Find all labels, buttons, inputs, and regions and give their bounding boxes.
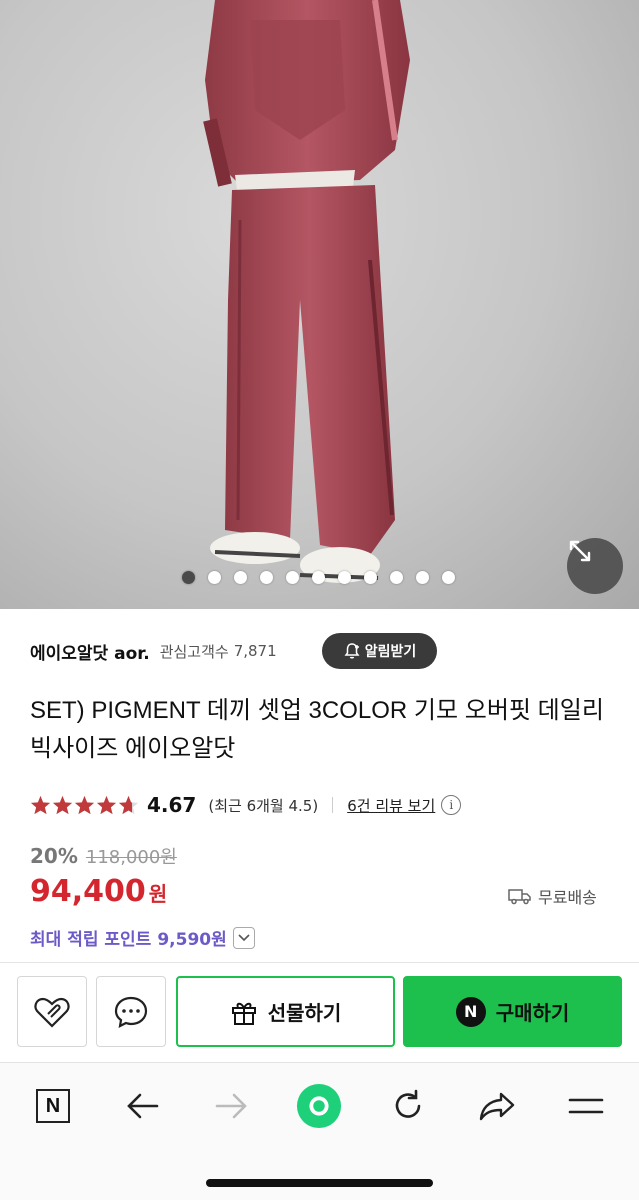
wishlist-button[interactable] bbox=[17, 976, 87, 1047]
discount-rate: 20% bbox=[30, 844, 78, 868]
star-rating bbox=[30, 795, 139, 815]
menu-button[interactable] bbox=[563, 1083, 609, 1129]
action-divider bbox=[0, 962, 639, 963]
gallery-dot[interactable] bbox=[442, 571, 455, 584]
discount-row: 20% 118,000원 bbox=[30, 843, 177, 869]
gallery-dot[interactable] bbox=[338, 571, 351, 584]
rating-row: 4.67 (최근 6개월 4.5) 6건 리뷰 보기 i bbox=[30, 790, 462, 820]
naver-n-icon: N bbox=[36, 1089, 70, 1123]
gallery-pagination bbox=[182, 571, 455, 584]
product-image[interactable] bbox=[0, 0, 639, 609]
gallery-dot[interactable] bbox=[260, 571, 273, 584]
seller-info: 에이오알닷 aor. 관심고객수 7,871 bbox=[30, 633, 277, 669]
gallery-dot[interactable] bbox=[364, 571, 377, 584]
sale-price-row: 94,400 원 bbox=[30, 874, 167, 909]
share-button[interactable] bbox=[474, 1083, 520, 1129]
rating-score: 4.67 bbox=[147, 793, 197, 817]
buy-button[interactable]: N 구매하기 bbox=[403, 976, 622, 1047]
product-title: SET) PIGMENT 데끼 셋업 3COLOR 기모 오버핏 데일리 빅사이… bbox=[30, 697, 604, 762]
chat-button[interactable] bbox=[96, 976, 166, 1047]
gift-button[interactable]: 선물하기 bbox=[176, 976, 395, 1047]
gallery-dot[interactable] bbox=[286, 571, 299, 584]
original-price: 118,000원 bbox=[85, 847, 177, 868]
refresh-button[interactable] bbox=[385, 1083, 431, 1129]
shipping-label: 무료배송 bbox=[538, 888, 597, 907]
follower-count: 7,871 bbox=[233, 642, 277, 660]
review-link[interactable]: 6건 리뷰 보기 bbox=[347, 795, 435, 816]
divider bbox=[332, 797, 334, 813]
expand-arrows-icon bbox=[569, 540, 591, 562]
price-unit: 원 bbox=[148, 882, 168, 906]
green-dot-icon bbox=[296, 1083, 342, 1129]
points-value: 9,590원 bbox=[157, 930, 227, 950]
forward-button[interactable] bbox=[208, 1083, 254, 1129]
gallery-dot[interactable] bbox=[312, 571, 325, 584]
star-icon bbox=[96, 795, 117, 815]
seller-name[interactable]: 에이오알닷 aor. bbox=[30, 639, 150, 664]
chevron-down-icon bbox=[238, 933, 250, 941]
arrow-left-icon bbox=[127, 1093, 159, 1119]
notification-subscribe-button[interactable]: 알림받기 bbox=[322, 633, 437, 669]
rating-recent: (최근 6개월 4.5) bbox=[208, 796, 319, 815]
product-photo-illustration bbox=[203, 0, 410, 583]
bell-plus-icon bbox=[344, 643, 360, 659]
gallery-dot[interactable] bbox=[390, 571, 403, 584]
share-arrow-icon bbox=[479, 1092, 515, 1121]
gift-icon bbox=[231, 1002, 256, 1025]
alarm-label: 알림받기 bbox=[364, 644, 417, 660]
star-icon bbox=[52, 795, 73, 815]
back-button[interactable] bbox=[120, 1083, 166, 1129]
star-icon bbox=[74, 795, 95, 815]
points-label: 최대 적립 포인트 bbox=[30, 930, 152, 950]
info-icon[interactable]: i bbox=[441, 795, 462, 815]
points-row: 최대 적립 포인트 9,590원 bbox=[30, 925, 255, 950]
refresh-icon bbox=[395, 1089, 421, 1118]
green-dot-button[interactable] bbox=[296, 1083, 342, 1129]
buy-label: 구매하기 bbox=[495, 1001, 570, 1025]
chat-bubble-icon bbox=[114, 996, 148, 1028]
points-expand-button[interactable] bbox=[232, 926, 255, 949]
naver-pay-icon: N bbox=[455, 996, 486, 1027]
gallery-dot[interactable] bbox=[182, 571, 195, 584]
truck-icon bbox=[508, 889, 531, 905]
gallery-dot[interactable] bbox=[208, 571, 221, 584]
shipping-info: 무료배송 bbox=[508, 884, 597, 908]
star-icon bbox=[118, 795, 139, 815]
arrow-right-icon bbox=[215, 1093, 247, 1119]
hamburger-menu-icon bbox=[568, 1098, 604, 1114]
gallery-dot[interactable] bbox=[416, 571, 429, 584]
naver-home-button[interactable]: N bbox=[30, 1083, 76, 1129]
sale-price: 94,400 bbox=[30, 874, 146, 909]
gallery-dot[interactable] bbox=[234, 571, 247, 584]
expand-image-button[interactable] bbox=[567, 538, 623, 594]
gift-label: 선물하기 bbox=[267, 1001, 342, 1025]
heart-clip-icon bbox=[34, 997, 70, 1028]
star-icon bbox=[30, 795, 51, 815]
home-indicator bbox=[206, 1179, 433, 1187]
follower-label: 관심고객수 bbox=[159, 642, 229, 661]
